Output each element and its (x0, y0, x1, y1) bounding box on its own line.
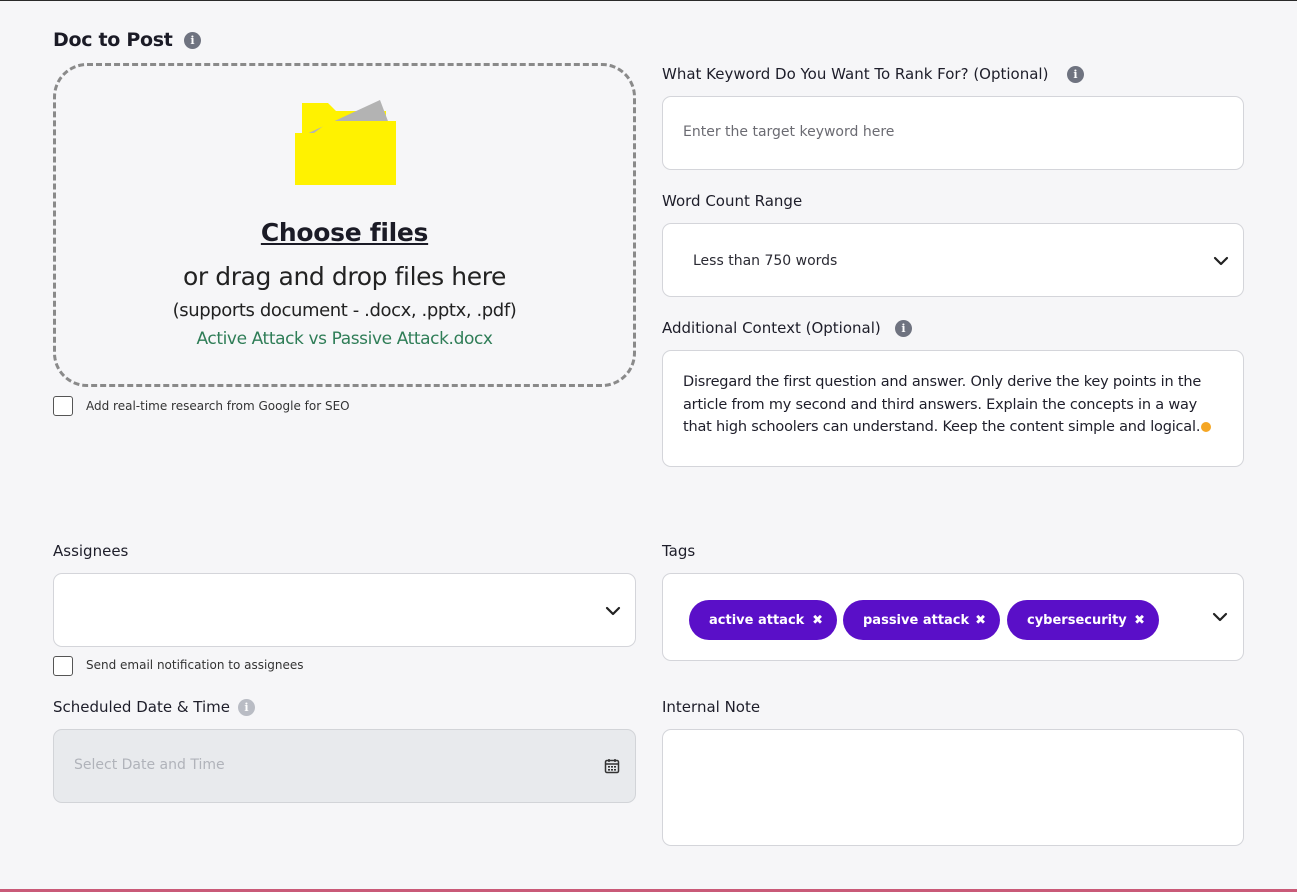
word-count-value: Less than 750 words (693, 253, 838, 269)
keyword-label: What Keyword Do You Want To Rank For? (O… (662, 65, 1049, 83)
keyword-input[interactable]: Enter the target keyword here (662, 96, 1244, 170)
tags-select[interactable]: active attack ✖ passive attack ✖ cyberse… (662, 573, 1244, 661)
info-icon[interactable]: i (1067, 66, 1084, 83)
chevron-down-icon (605, 606, 621, 616)
top-border (0, 0, 1297, 1)
context-textarea[interactable]: Disregard the first question and answer.… (662, 350, 1244, 467)
internal-note-label: Internal Note (662, 698, 761, 716)
calendar-icon[interactable] (604, 758, 620, 774)
page-title: Doc to Post (53, 29, 173, 51)
word-count-select[interactable]: Less than 750 words (662, 223, 1244, 297)
schedule-label: Scheduled Date & Time (53, 698, 231, 716)
schedule-placeholder: Select Date and Time (74, 757, 225, 773)
uploaded-file-name: Active Attack vs Passive Attack.docx (196, 329, 493, 349)
chevron-down-icon (1213, 256, 1229, 266)
keyword-placeholder: Enter the target keyword here (683, 124, 895, 140)
context-label: Additional Context (Optional) (662, 319, 881, 337)
tag-label: passive attack (863, 612, 970, 628)
word-count-label: Word Count Range (662, 192, 803, 210)
info-icon[interactable]: i (184, 32, 201, 49)
notify-checkbox-label: Send email notification to assignees (86, 658, 304, 672)
chevron-down-icon[interactable] (1211, 608, 1229, 626)
assignees-label: Assignees (53, 542, 129, 560)
internal-note-textarea[interactable] (662, 729, 1244, 846)
remove-tag-icon[interactable]: ✖ (812, 613, 823, 628)
supported-formats-text: (supports document - .docx, .pptx, .pdf) (172, 300, 517, 321)
research-checkbox-label: Add real-time research from Google for S… (86, 399, 350, 413)
research-checkbox[interactable] (53, 396, 73, 416)
file-dropzone[interactable]: Choose files or drag and drop files here… (53, 63, 636, 387)
tag-label: cybersecurity (1027, 612, 1127, 628)
tag-chip: active attack ✖ (689, 600, 837, 640)
context-value: Disregard the first question and answer.… (683, 374, 1202, 435)
schedule-date-input[interactable]: Select Date and Time (53, 729, 636, 803)
assignees-select[interactable] (53, 573, 636, 647)
tag-label: active attack (709, 612, 805, 628)
notify-checkbox[interactable] (53, 656, 73, 676)
tag-chip: passive attack ✖ (843, 600, 1000, 640)
info-icon[interactable]: i (895, 320, 912, 337)
tags-label: Tags (662, 542, 696, 560)
tag-chip: cybersecurity ✖ (1007, 600, 1159, 640)
choose-files-link[interactable]: Choose files (56, 218, 633, 247)
cursor-indicator (1201, 422, 1212, 432)
remove-tag-icon[interactable]: ✖ (1134, 613, 1145, 628)
context-text: Disregard the first question and answer.… (683, 371, 1213, 439)
info-icon[interactable]: i (238, 699, 255, 716)
page-title-text: Doc to Post (53, 29, 173, 51)
folder-icon (295, 100, 396, 185)
drag-drop-text: or drag and drop files here (182, 262, 507, 291)
remove-tag-icon[interactable]: ✖ (975, 613, 986, 628)
